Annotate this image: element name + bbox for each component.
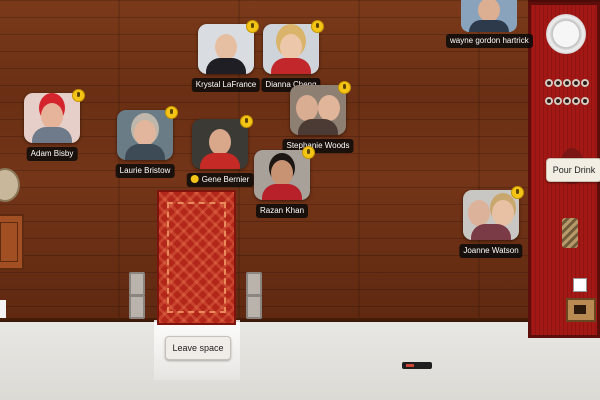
microphone-icon bbox=[240, 115, 253, 128]
plant-decor-icon bbox=[562, 218, 578, 248]
participant-name: Adam Bisby bbox=[26, 147, 78, 161]
floor-item-icon[interactable] bbox=[402, 362, 432, 369]
participant-name: wayne gordon hartrick bbox=[446, 34, 533, 48]
participant-name-wrap: Gene Bernier bbox=[186, 173, 254, 187]
microphone-icon bbox=[165, 106, 178, 119]
pour-drink-button[interactable]: Pour Drink bbox=[546, 158, 600, 182]
bar-small-icon[interactable] bbox=[573, 278, 587, 292]
avatar-face bbox=[478, 0, 500, 22]
star-icon bbox=[190, 175, 199, 183]
microphone-icon bbox=[246, 20, 259, 33]
participant-name: Joanne Watson bbox=[459, 244, 523, 258]
microphone-icon bbox=[338, 81, 351, 94]
participant-name: Razan Khan bbox=[255, 204, 309, 218]
participant-video bbox=[263, 24, 319, 74]
participant-video bbox=[198, 24, 254, 74]
bottles-icon bbox=[544, 74, 596, 105]
participant-name: Krystal LaFrance bbox=[191, 78, 261, 92]
participant-video bbox=[117, 110, 173, 160]
participant-name: Laurie Bristow bbox=[115, 164, 175, 178]
participant-name: Gene Bernier bbox=[201, 175, 250, 184]
lantern-left-bottom bbox=[129, 295, 145, 319]
participant-video bbox=[24, 93, 80, 143]
exit-rug[interactable] bbox=[157, 190, 236, 325]
floor bbox=[0, 322, 600, 400]
participant-video-wayne[interactable] bbox=[461, 0, 517, 32]
bar-box-icon[interactable] bbox=[566, 298, 596, 322]
microphone-icon bbox=[511, 186, 524, 199]
lantern-left-top bbox=[129, 272, 145, 296]
side-cabinet[interactable] bbox=[0, 214, 24, 270]
leave-space-button[interactable]: Leave space bbox=[165, 336, 231, 360]
participant-video bbox=[254, 150, 310, 200]
drink-dispenser-icon[interactable] bbox=[546, 14, 586, 54]
microphone-icon bbox=[302, 146, 315, 159]
microphone-icon bbox=[72, 89, 85, 102]
lantern-right-bottom bbox=[246, 295, 262, 319]
participant-video bbox=[463, 190, 519, 240]
lantern-right-top bbox=[246, 272, 262, 296]
microphone-icon bbox=[311, 20, 324, 33]
left-edge-marker bbox=[0, 300, 6, 318]
participant-video bbox=[192, 119, 248, 169]
participant-video bbox=[290, 85, 346, 135]
avatar-body bbox=[469, 20, 509, 32]
